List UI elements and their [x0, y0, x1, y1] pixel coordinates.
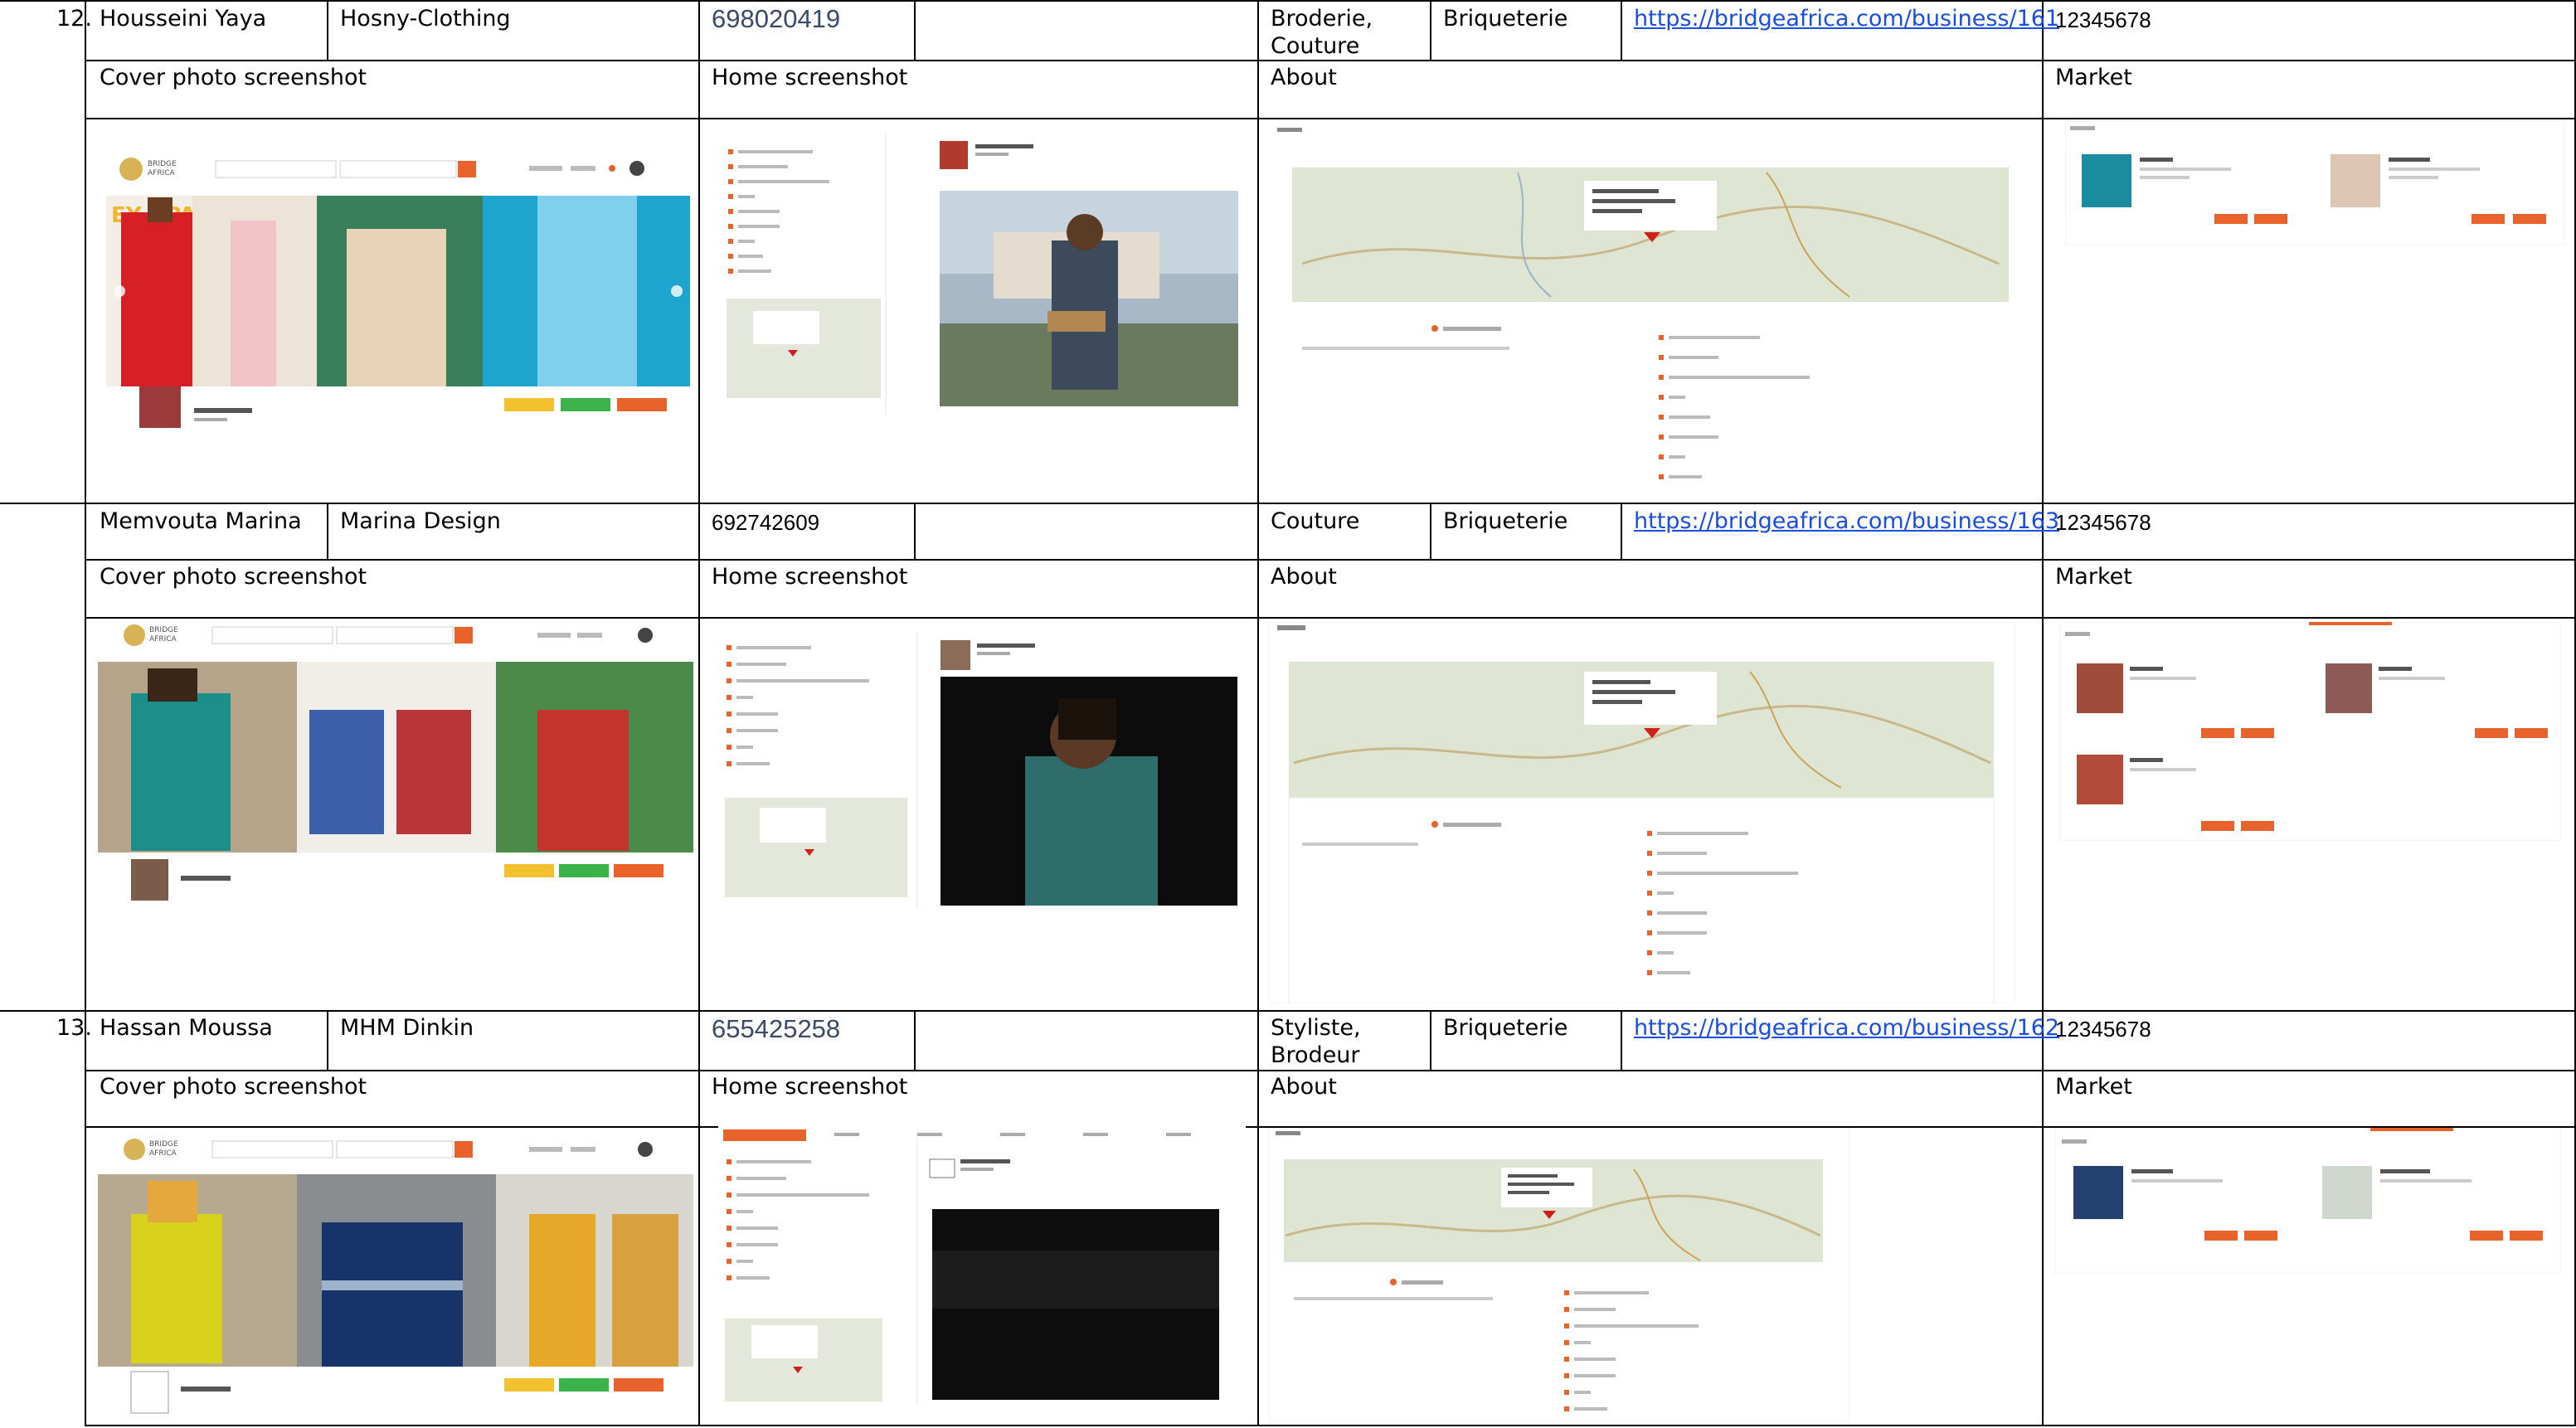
cover-label: Cover photo screenshot [100, 65, 367, 90]
table-border [914, 503, 916, 561]
table-border [1257, 0, 1259, 1426]
cover-label: Cover photo screenshot [100, 564, 367, 590]
market-label: Market [2055, 1074, 2132, 1100]
table-border [1621, 1010, 1622, 1071]
code: 12345678 [2055, 510, 2151, 535]
cover-screenshot: BRIDGE AFRICA [98, 1131, 693, 1421]
business-category: Couture [1271, 508, 1360, 534]
table-border [1430, 1010, 1431, 1071]
table-border [1621, 0, 1622, 61]
business-category: Broderie, Couture [1271, 6, 1373, 59]
table-border [327, 503, 328, 561]
about-label: About [1271, 1074, 1337, 1100]
market-screenshot [2065, 121, 2564, 245]
home-screenshot [720, 133, 1247, 415]
table-border [1430, 503, 1431, 561]
owner-name: Memvouta Marina [100, 508, 302, 534]
home-label: Home screenshot [712, 1074, 908, 1100]
business-name: MHM Dinkin [340, 1015, 474, 1041]
row-number: 12. [56, 6, 92, 32]
market-screenshot [2060, 622, 2561, 841]
code: 12345678 [2055, 7, 2151, 32]
location: Briqueterie [1443, 508, 1568, 534]
logo-text: BRIDGE [149, 1140, 178, 1149]
table-border [85, 60, 2576, 61]
svg-text:AFRICA: AFRICA [148, 169, 176, 177]
home-label: Home screenshot [712, 564, 908, 590]
business-link[interactable]: https://bridgeafrica.com/business/161 [1634, 5, 2059, 32]
owner-name: Hassan Moussa [100, 1015, 273, 1041]
business-name: Marina Design [340, 508, 501, 534]
market-screenshot [2055, 1128, 2561, 1274]
table-border [698, 0, 700, 1426]
logo-text: BRIDGE [149, 626, 178, 634]
about-label: About [1271, 65, 1337, 90]
about-screenshot [1269, 123, 2032, 498]
table-border [327, 1010, 328, 1071]
owner-name: Housseini Yaya [100, 6, 267, 32]
logo-text: BRIDGE [148, 160, 177, 168]
table-border [1430, 0, 1431, 61]
business-name: Hosny-Clothing [340, 6, 511, 32]
business-link[interactable]: https://bridgeafrica.com/business/162 [1634, 1014, 2059, 1042]
table-border [85, 0, 86, 1426]
row-number: 13. [56, 1015, 92, 1041]
table-border [85, 118, 2576, 119]
market-label: Market [2055, 564, 2132, 590]
table-border [85, 1070, 2576, 1071]
cover-screenshot: BRIDGE AFRICA [98, 619, 693, 909]
home-screenshot [718, 1126, 1246, 1405]
svg-text:AFRICA: AFRICA [149, 635, 177, 644]
phone-number: 698020419 [712, 4, 841, 33]
table-border [914, 0, 916, 61]
table-border [85, 1425, 2576, 1426]
table-border [0, 503, 2576, 504]
cover-screenshot: BRIDGE AFRICA EY - PA [106, 146, 690, 444]
business-category: Styliste, Brodeur [1271, 1015, 1361, 1068]
business-listing-table: 12. Housseini Yaya Hosny-Clothing 698020… [0, 0, 2576, 1428]
about-screenshot [1269, 1128, 1849, 1421]
svg-text:AFRICA: AFRICA [149, 1149, 177, 1158]
phone-number: 692742609 [712, 510, 820, 535]
table-border [914, 1010, 916, 1071]
location: Briqueterie [1443, 1015, 1568, 1041]
location: Briqueterie [1443, 6, 1568, 32]
home-screenshot [718, 632, 1246, 907]
table-border [85, 559, 2576, 561]
table-border [0, 0, 2576, 2]
code: 12345678 [2055, 1017, 2151, 1042]
market-label: Market [2055, 65, 2132, 90]
home-label: Home screenshot [712, 65, 908, 90]
phone-number: 655425258 [712, 1014, 841, 1043]
business-link[interactable]: https://bridgeafrica.com/business/163 [1634, 508, 2059, 535]
table-border [327, 0, 328, 61]
table-border [0, 1010, 2576, 1012]
about-label: About [1271, 564, 1337, 590]
table-border [2042, 0, 2044, 1426]
table-border [1621, 503, 1622, 561]
about-screenshot [1269, 622, 2015, 1003]
cover-label: Cover photo screenshot [100, 1074, 367, 1100]
